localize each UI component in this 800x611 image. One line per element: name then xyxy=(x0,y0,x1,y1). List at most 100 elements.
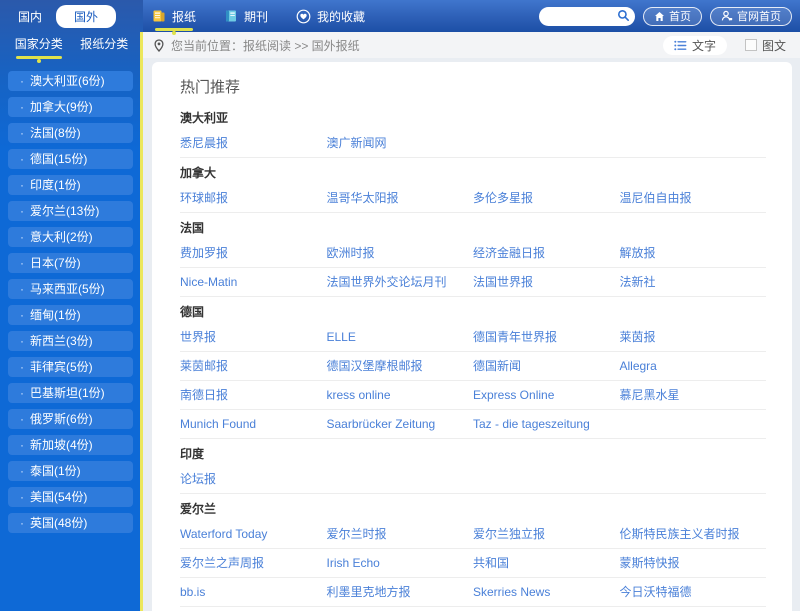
newspaper-link[interactable]: 蒙斯特快报 xyxy=(620,556,680,570)
newspaper-link[interactable]: 解放报 xyxy=(620,246,656,260)
newspaper-link[interactable]: 德国新闻 xyxy=(473,359,521,373)
newspaper-link[interactable]: 爱尔兰独立报 xyxy=(473,527,545,541)
newspaper-link[interactable]: 温尼伯自由报 xyxy=(620,191,692,205)
breadcrumb-text: 您当前位置：报纸阅读 >> 国外报纸 xyxy=(171,37,360,54)
newspaper-cell: 法国世界外交论坛月刊 xyxy=(327,273,474,291)
newspaper-cell: 多伦多星报 xyxy=(473,189,620,207)
newspaper-cell: 温哥华太阳报 xyxy=(327,189,474,207)
newspaper-cell: Express Online xyxy=(473,386,620,404)
newspaper-link[interactable]: 多伦多星报 xyxy=(473,191,533,205)
newspaper-cell: 南德日报 xyxy=(180,386,327,404)
newspaper-link[interactable]: 德国汉堡摩根邮报 xyxy=(327,359,423,373)
newspaper-link[interactable]: ELLE xyxy=(327,330,356,344)
newspaper-link[interactable]: Saarbrücker Zeitung xyxy=(327,417,436,431)
sidebar-item-country[interactable]: 新西兰(3份) xyxy=(8,331,133,351)
tab-favorites-label: 我的收藏 xyxy=(317,8,365,25)
sidebar-item-label: 加拿大(9份) xyxy=(30,100,93,114)
country-section-header: 法国 xyxy=(180,213,766,239)
newspaper-link[interactable]: 环球邮报 xyxy=(180,191,228,205)
newspaper-link[interactable]: Express Online xyxy=(473,388,554,402)
sidebar-item-country[interactable]: 加拿大(9份) xyxy=(8,97,133,117)
newspaper-link[interactable]: 莱茵报 xyxy=(620,330,656,344)
region-foreign-button[interactable]: 国外 xyxy=(56,5,116,28)
text-mode-toggle[interactable]: 文字 xyxy=(663,36,727,55)
newspaper-link[interactable]: 经济金融日报 xyxy=(473,246,545,260)
sidebar-item-country[interactable]: 英国(48份) xyxy=(8,513,133,533)
newspaper-link[interactable]: Taz - die tageszeitung xyxy=(473,417,590,431)
sidebar-item-label: 新西兰(3份) xyxy=(30,334,93,348)
journal-icon xyxy=(224,9,238,23)
newspaper-cell: 利墨里克地方报 xyxy=(327,583,474,601)
newspaper-cell xyxy=(473,470,620,488)
newspaper-link[interactable]: 澳广新闻网 xyxy=(327,136,387,150)
newspaper-link[interactable]: 莱茵邮报 xyxy=(180,359,228,373)
newspaper-cell: Irish Echo xyxy=(327,554,474,572)
sidebar-item-country[interactable]: 意大利(2份) xyxy=(8,227,133,247)
region-domestic-button[interactable]: 国内 xyxy=(18,8,42,25)
newspaper-link[interactable]: 爱尔兰时报 xyxy=(327,527,387,541)
newspaper-link[interactable]: Munich Found xyxy=(180,417,256,431)
sidebar-item-country[interactable]: 菲律宾(5份) xyxy=(8,357,133,377)
tab-newspaper-category[interactable]: 报纸分类 xyxy=(72,32,138,59)
sidebar-item-country[interactable]: 俄罗斯(6份) xyxy=(8,409,133,429)
region-toggle: 国内 国外 xyxy=(0,0,143,32)
newspaper-link[interactable]: 南德日报 xyxy=(180,388,228,402)
newspaper-link[interactable]: 慕尼黑水星 xyxy=(620,388,680,402)
country-list: 澳大利亚(6份) 加拿大(9份) 法国(8份) 德国(15份) 印度(1份) 爱尔兰(13… xyxy=(0,59,143,533)
heart-icon xyxy=(296,9,311,24)
newspaper-link[interactable]: 温哥华太阳报 xyxy=(327,191,399,205)
newspaper-link[interactable]: 法国世界外交论坛月刊 xyxy=(327,275,447,289)
sidebar-item-country[interactable]: 美国(54份) xyxy=(8,487,133,507)
newspaper-link[interactable]: 伦斯特民族主义者时报 xyxy=(620,527,740,541)
newspaper-link[interactable]: bb.is xyxy=(180,585,205,599)
tab-newspaper[interactable]: 报纸 xyxy=(152,0,196,32)
newspaper-link[interactable]: 利墨里克地方报 xyxy=(327,585,411,599)
newspaper-link[interactable]: Nice-Matin xyxy=(180,275,237,289)
newspaper-link[interactable]: 共和国 xyxy=(473,556,509,570)
newspaper-link[interactable]: 法国世界报 xyxy=(473,275,533,289)
newspaper-link[interactable]: kress online xyxy=(327,388,391,402)
sidebar-item-country[interactable]: 澳大利亚(6份) xyxy=(8,71,133,91)
sidebar-item-country[interactable]: 马来西亚(5份) xyxy=(8,279,133,299)
sidebar-item-country[interactable]: 爱尔兰(13份) xyxy=(8,201,133,221)
tab-favorites[interactable]: 我的收藏 xyxy=(296,0,365,32)
newspaper-cell: 澳广新闻网 xyxy=(327,134,474,152)
country-section-header: 爱尔兰 xyxy=(180,494,766,520)
newspaper-cell: 慕尼黑水星 xyxy=(620,386,767,404)
newspaper-link[interactable]: Allegra xyxy=(620,359,657,373)
newspaper-link[interactable]: 爱尔兰之声周报 xyxy=(180,556,264,570)
search-icon[interactable] xyxy=(617,9,630,22)
newspaper-link[interactable]: 德国青年世界报 xyxy=(473,330,557,344)
sidebar-item-country[interactable]: 德国(15份) xyxy=(8,149,133,169)
sidebar-item-country[interactable]: 泰国(1份) xyxy=(8,461,133,481)
newspaper-link[interactable]: Waterford Today xyxy=(180,527,267,541)
home-button[interactable]: 首页 xyxy=(643,7,702,26)
sidebar-item-country[interactable]: 巴基斯坦(1份) xyxy=(8,383,133,403)
sidebar-item-country[interactable]: 缅甸(1份) xyxy=(8,305,133,325)
image-mode-toggle[interactable]: 图文 xyxy=(745,37,786,54)
newspaper-cell: 爱尔兰时报 xyxy=(327,525,474,543)
newspaper-link[interactable]: 今日沃特福德 xyxy=(620,585,692,599)
newspaper-link[interactable]: 悉尼晨报 xyxy=(180,136,228,150)
newspaper-link[interactable]: Skerries News xyxy=(473,585,550,599)
newspaper-link[interactable]: 法新社 xyxy=(620,275,656,289)
newspaper-link[interactable]: 论坛报 xyxy=(180,472,216,486)
sidebar-item-country[interactable]: 日本(7份) xyxy=(8,253,133,273)
newspaper-link[interactable]: 费加罗报 xyxy=(180,246,228,260)
sidebar-item-country[interactable]: 法国(8份) xyxy=(8,123,133,143)
newspaper-link[interactable]: 世界报 xyxy=(180,330,216,344)
sidebar-item-country[interactable]: 新加坡(4份) xyxy=(8,435,133,455)
site-home-button[interactable]: 官网首页 xyxy=(710,7,792,26)
newspaper-link[interactable]: 欧洲时报 xyxy=(327,246,375,260)
newspaper-cell: 德国新闻 xyxy=(473,357,620,375)
user-icon xyxy=(721,10,733,22)
sidebar-item-country[interactable]: 印度(1份) xyxy=(8,175,133,195)
newspaper-cell: Taz - die tageszeitung xyxy=(473,415,620,433)
tab-journal[interactable]: 期刊 xyxy=(224,0,268,32)
sidebar-tabs: 国家分类 报纸分类 xyxy=(0,32,143,59)
newspaper-link[interactable]: Irish Echo xyxy=(327,556,380,570)
tab-country-category[interactable]: 国家分类 xyxy=(6,32,72,59)
newspaper-cell: 爱尔兰独立报 xyxy=(473,525,620,543)
newspaper-cell: 解放报 xyxy=(620,244,767,262)
sidebar-item-label: 新加坡(4份) xyxy=(30,438,93,452)
